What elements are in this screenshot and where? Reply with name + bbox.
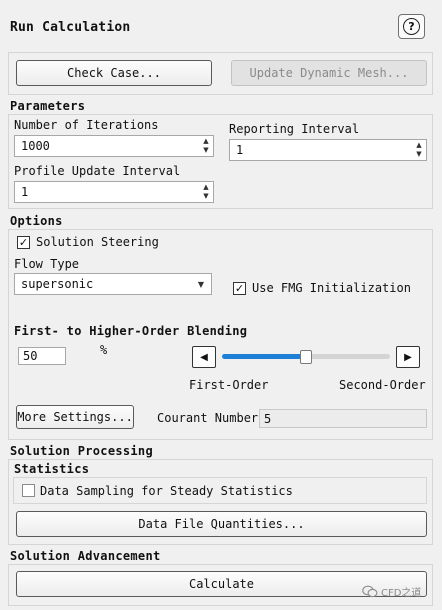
parameters-heading: Parameters bbox=[10, 99, 86, 113]
data-file-quantities-button[interactable]: Data File Quantities... bbox=[16, 511, 427, 537]
flow-type-value: supersonic bbox=[21, 277, 94, 291]
profile-update-spinner[interactable]: 1 ▲ ▼ bbox=[14, 181, 214, 203]
slider-increase-button[interactable]: ▶ bbox=[396, 346, 420, 368]
check-case-button[interactable]: Check Case... bbox=[16, 60, 212, 86]
slider-fill bbox=[222, 354, 306, 359]
reporting-interval-label: Reporting Interval bbox=[229, 122, 360, 136]
slider-thumb[interactable] bbox=[300, 350, 312, 364]
spinner-arrows-icon[interactable]: ▲ ▼ bbox=[199, 136, 213, 156]
courant-number-label: Courant Number bbox=[157, 411, 259, 425]
blending-slider[interactable] bbox=[222, 350, 390, 364]
watermark: CFD之道 bbox=[362, 584, 421, 599]
iterations-label: Number of Iterations bbox=[14, 118, 159, 132]
watermark-text: CFD之道 bbox=[381, 588, 422, 599]
spinner-arrows-icon[interactable]: ▲ ▼ bbox=[412, 140, 426, 160]
reporting-interval-spinner[interactable]: 1 ▲ ▼ bbox=[229, 139, 427, 161]
blending-value-input[interactable]: 50 bbox=[18, 347, 66, 365]
solution-steering-label: Solution Steering bbox=[36, 235, 159, 249]
profile-update-label: Profile Update Interval bbox=[14, 164, 181, 178]
slider-decrease-button[interactable]: ◀ bbox=[192, 346, 216, 368]
iterations-value: 1000 bbox=[21, 139, 50, 153]
spinner-arrows-icon[interactable]: ▲ ▼ bbox=[199, 182, 213, 202]
profile-update-value: 1 bbox=[21, 185, 29, 199]
reporting-interval-value: 1 bbox=[236, 143, 244, 157]
courant-number-field[interactable]: 5 bbox=[259, 409, 427, 428]
flow-type-label: Flow Type bbox=[14, 257, 80, 271]
first-order-label: First-Order bbox=[189, 378, 269, 392]
data-sampling-checkbox[interactable] bbox=[22, 484, 35, 497]
options-heading: Options bbox=[10, 214, 63, 228]
data-sampling-label: Data Sampling for Steady Statistics bbox=[40, 484, 293, 498]
second-order-label: Second-Order bbox=[339, 378, 426, 392]
update-dynamic-mesh-button[interactable]: Update Dynamic Mesh... bbox=[231, 60, 427, 86]
solution-steering-checkbox[interactable]: ✓ bbox=[17, 236, 30, 249]
wechat-icon bbox=[362, 585, 378, 598]
blending-heading: First- to Higher-Order Blending bbox=[14, 324, 248, 338]
blending-unit-label: % bbox=[100, 343, 108, 357]
flow-type-dropdown[interactable]: supersonic ▼ bbox=[14, 273, 212, 295]
iterations-spinner[interactable]: 1000 ▲ ▼ bbox=[14, 135, 214, 157]
fmg-initialization-label: Use FMG Initialization bbox=[252, 281, 411, 295]
solution-advancement-heading: Solution Advancement bbox=[10, 549, 161, 563]
chevron-down-icon: ▼ bbox=[197, 279, 205, 289]
statistics-heading: Statistics bbox=[14, 462, 90, 476]
more-settings-button[interactable]: More Settings... bbox=[16, 405, 134, 429]
fmg-initialization-checkbox[interactable]: ✓ bbox=[233, 282, 246, 295]
solution-processing-heading: Solution Processing bbox=[10, 444, 153, 458]
page-title: Run Calculation bbox=[10, 20, 131, 35]
help-button[interactable]: ? bbox=[398, 14, 425, 39]
help-icon: ? bbox=[403, 18, 420, 35]
